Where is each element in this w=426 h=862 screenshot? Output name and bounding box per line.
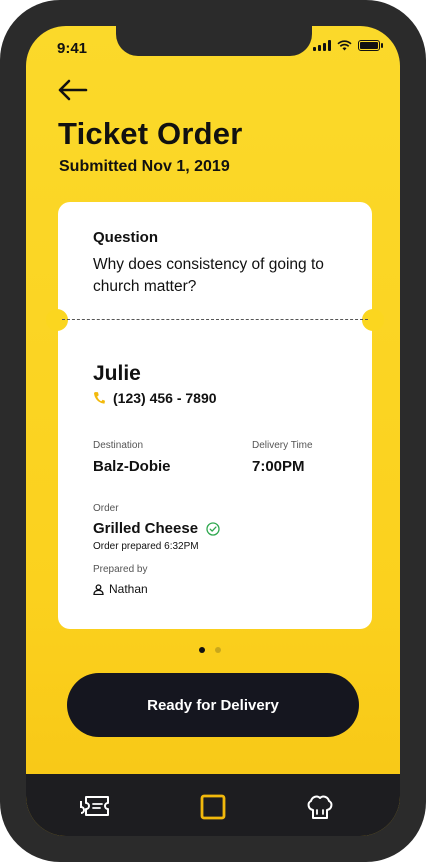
- order-prepared-time: Order prepared 6:32PM: [93, 541, 199, 552]
- prepared-by-name: Nathan: [109, 582, 148, 596]
- arrow-left-icon: [58, 79, 88, 101]
- device-notch: [116, 26, 312, 56]
- perforation-divider: [62, 319, 368, 320]
- device-frame: 9:41 Ticket Order Submitted Nov 1, 2019 …: [0, 0, 426, 862]
- order-item: Grilled Cheese: [93, 520, 199, 537]
- bottom-tab-bar: [26, 774, 400, 836]
- question-text: Why does consistency of going to church …: [93, 256, 324, 295]
- prepared-by-label: Prepared by: [93, 564, 148, 575]
- delivery-time-value: 7:00PM: [252, 458, 305, 475]
- delivery-time-label: Delivery Time: [252, 440, 313, 451]
- ready-for-delivery-button[interactable]: Ready for Delivery: [67, 673, 359, 737]
- status-time: 9:41: [57, 40, 88, 57]
- user-icon: [93, 583, 104, 595]
- check-circle-icon: [206, 521, 220, 536]
- destination-label: Destination: [93, 440, 144, 451]
- phone-number: (123) 456 - 7890: [113, 390, 217, 406]
- tab-orders[interactable]: [196, 792, 230, 822]
- square-icon: [200, 794, 226, 820]
- order-label: Order: [93, 503, 119, 514]
- phone-icon: [94, 392, 105, 404]
- back-button[interactable]: [56, 78, 88, 102]
- tab-kitchen[interactable]: [303, 792, 337, 822]
- wifi-icon: [337, 40, 352, 51]
- signal-icon: [313, 40, 331, 51]
- ticket-notch-left: [46, 309, 68, 331]
- page-indicator[interactable]: [199, 647, 221, 653]
- tab-tickets[interactable]: [78, 792, 112, 822]
- prepared-by-row: Nathan: [93, 582, 148, 596]
- page-dot-2[interactable]: [215, 647, 221, 653]
- question-label: Question: [93, 229, 159, 246]
- ticket-notch-right: [362, 309, 384, 331]
- customer-name: Julie: [93, 362, 141, 385]
- destination-value: Balz-Dobie: [93, 458, 171, 475]
- chef-hat-icon: [307, 795, 333, 819]
- app-screen: 9:41 Ticket Order Submitted Nov 1, 2019 …: [26, 26, 400, 836]
- battery-icon: [358, 40, 383, 51]
- order-item-row: Grilled Cheese: [93, 520, 220, 537]
- page-dot-1[interactable]: [199, 647, 205, 653]
- ticket-card[interactable]: Question Why does consistency of going t…: [46, 202, 384, 629]
- status-icons: [313, 40, 383, 51]
- page-subtitle: Submitted Nov 1, 2019: [59, 158, 230, 175]
- phone-row[interactable]: (123) 456 - 7890: [93, 390, 217, 406]
- ticket-icon: [80, 796, 109, 816]
- page-title: Ticket Order: [58, 116, 243, 151]
